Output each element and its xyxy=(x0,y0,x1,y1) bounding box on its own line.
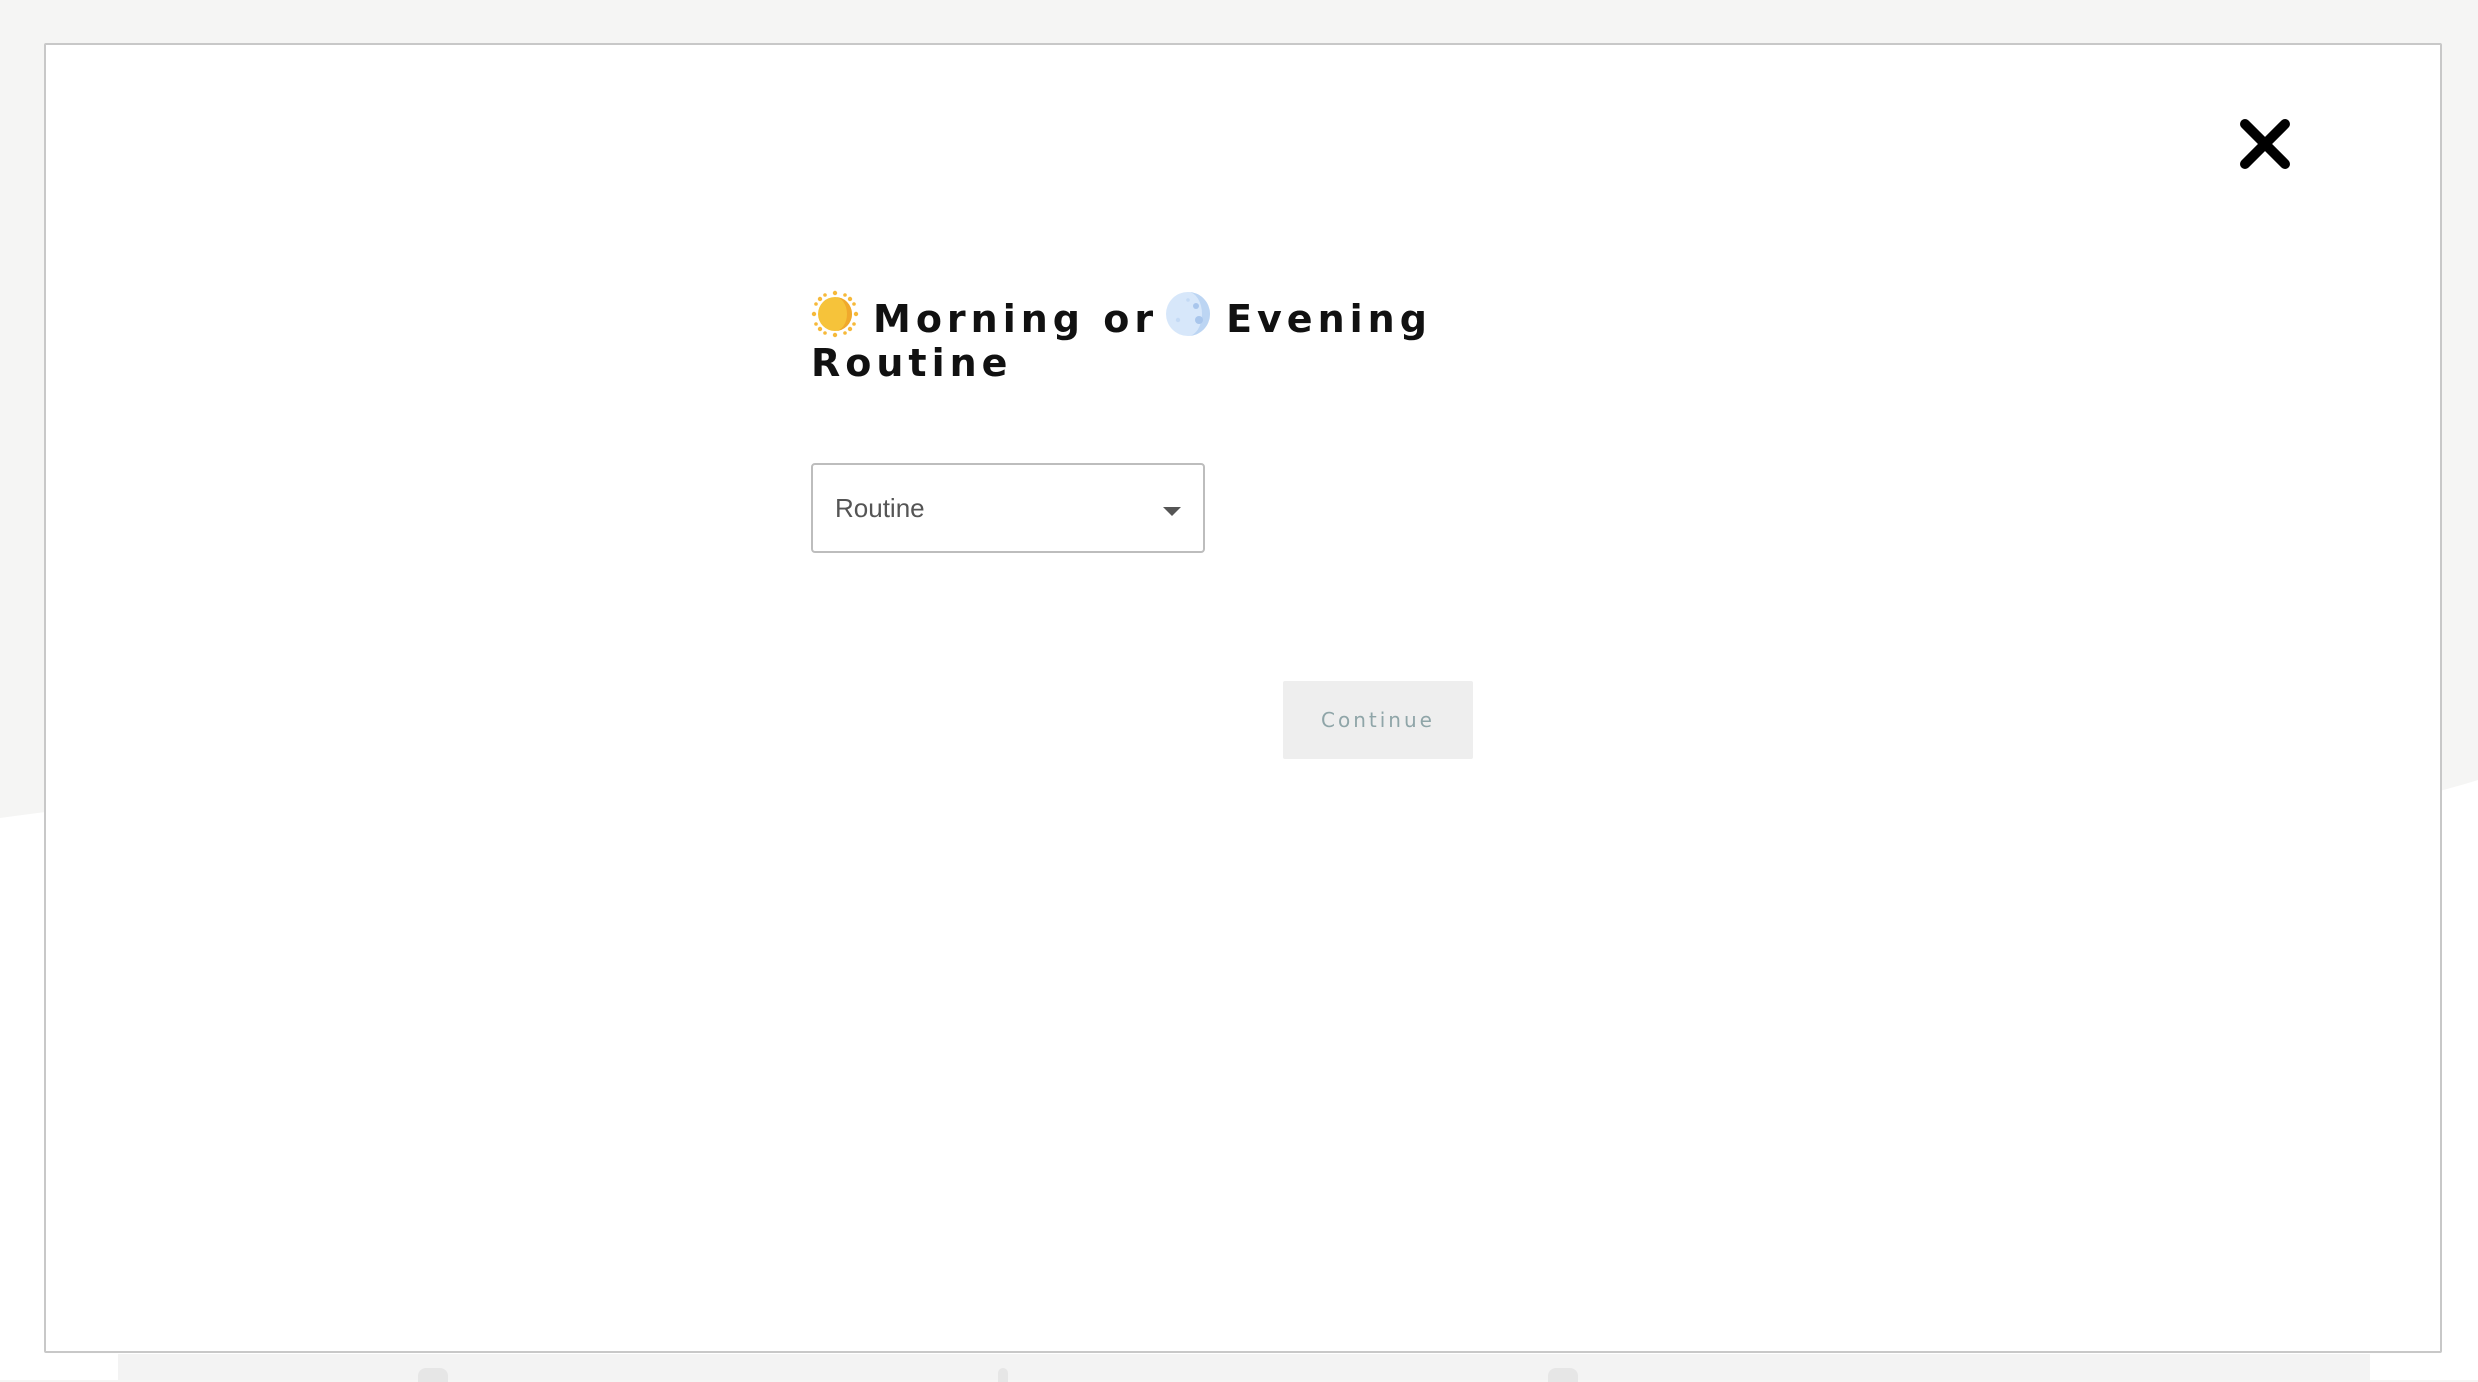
sun-emoji-icon xyxy=(811,290,859,338)
close-button[interactable] xyxy=(2225,104,2305,184)
background-nav-strip xyxy=(118,1354,2370,1382)
chevron-down-icon xyxy=(1163,507,1181,516)
modal-title: Morning or Evening Routine xyxy=(811,290,1591,385)
routine-modal xyxy=(44,43,2442,1353)
modal-content: Morning or Evening Routine Routine xyxy=(811,290,1591,553)
continue-button[interactable]: Continue xyxy=(1283,681,1473,759)
routine-select-value: Routine xyxy=(835,492,925,523)
close-icon xyxy=(2240,119,2290,169)
title-part-morning: Morning or xyxy=(873,297,1159,341)
routine-select[interactable]: Routine xyxy=(811,463,1205,553)
moon-emoji-icon xyxy=(1164,290,1212,338)
